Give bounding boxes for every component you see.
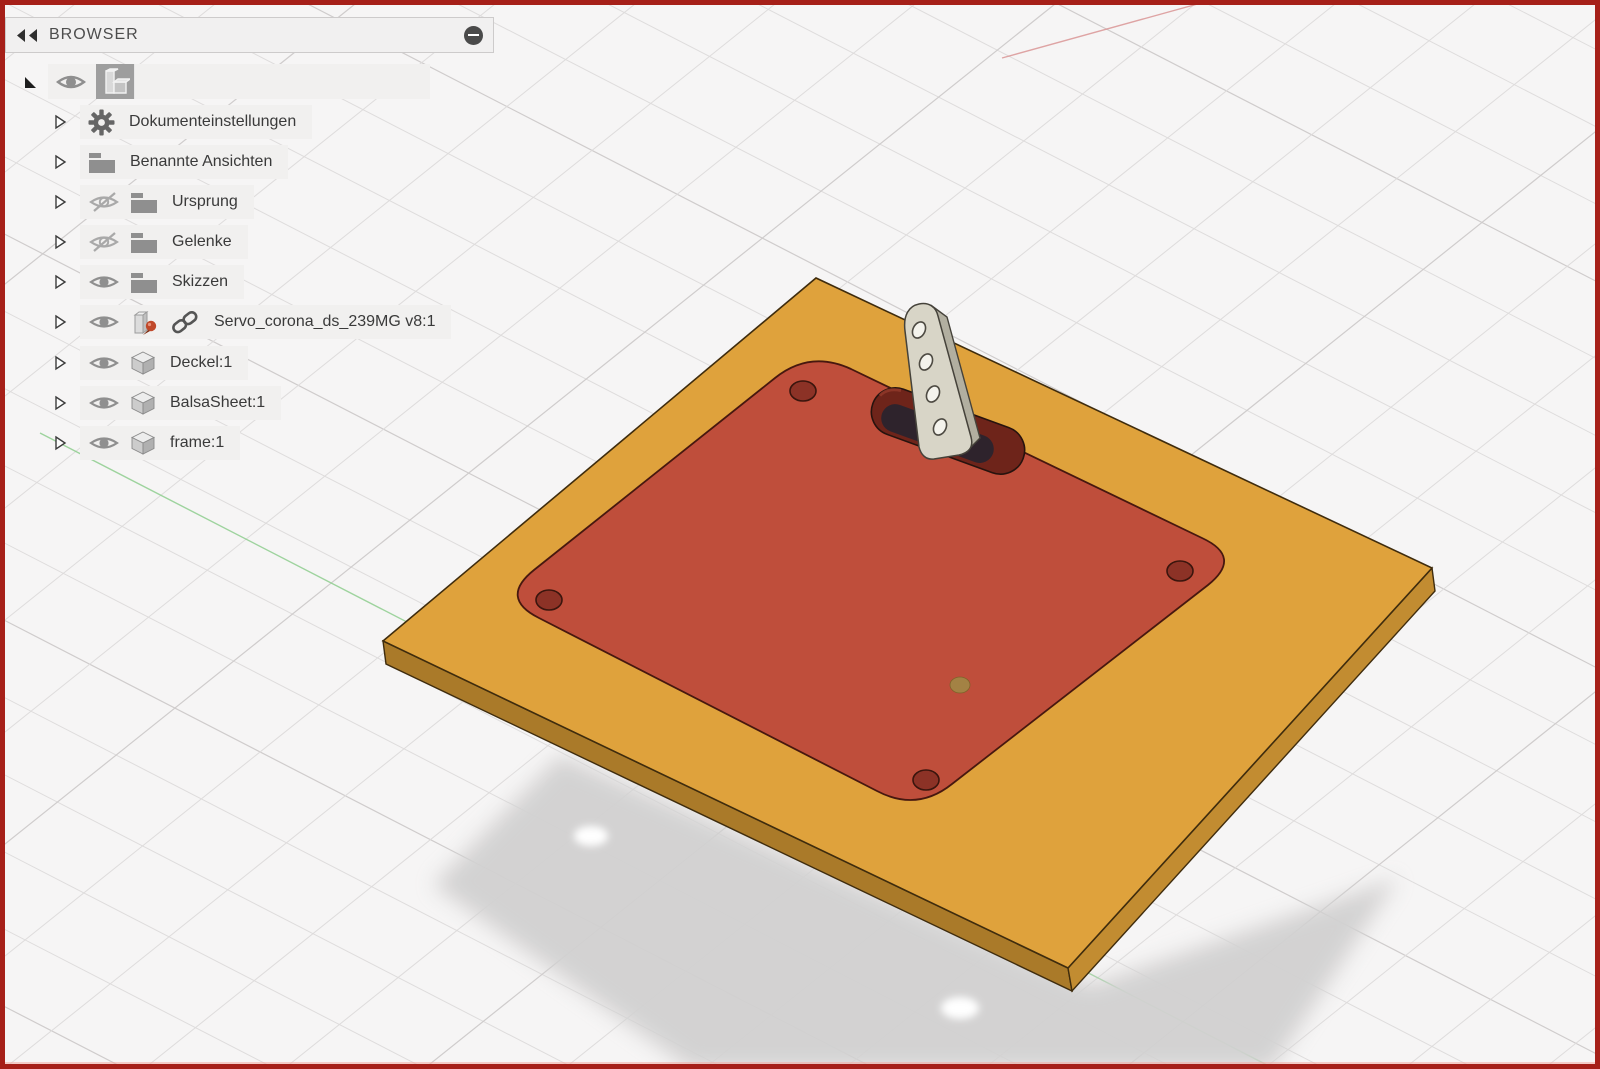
folder-icon — [131, 272, 157, 293]
visibility-eye-icon[interactable] — [88, 431, 120, 455]
collapsed-arrow-icon[interactable] — [52, 355, 68, 371]
tree-item-label: Ursprung — [172, 193, 238, 210]
visibility-eye-icon[interactable] — [54, 70, 88, 94]
tree-item-label: Deckel:1 — [170, 354, 233, 371]
tree-row-joints[interactable]: Gelenke — [52, 225, 248, 259]
collapsed-arrow-icon[interactable] — [52, 114, 68, 130]
component-assembly-icon — [96, 64, 135, 99]
expanded-arrow-icon[interactable] — [22, 74, 38, 90]
visibility-eye-icon[interactable] — [88, 351, 120, 375]
panel-title: BROWSER — [49, 26, 139, 43]
visibility-off-eye-icon[interactable] — [88, 190, 120, 214]
visibility-eye-icon[interactable] — [88, 310, 120, 334]
tree-item-label: BalsaSheet:1 — [170, 394, 266, 411]
tree-row-document-settings[interactable]: Dokumenteinstellungen — [52, 105, 313, 139]
tree-item-label: Benannte Ansichten — [130, 153, 273, 170]
link-chain-icon — [172, 310, 198, 334]
collapsed-arrow-icon[interactable] — [52, 274, 68, 290]
visibility-eye-icon[interactable] — [88, 270, 120, 294]
body-cube-icon — [130, 391, 156, 415]
panel-collapse-arrows-icon[interactable] — [16, 28, 39, 42]
browser-panel-header: BROWSER — [5, 17, 494, 53]
collapsed-arrow-icon[interactable] — [52, 314, 68, 330]
collapsed-arrow-icon[interactable] — [52, 194, 68, 210]
folder-icon — [89, 152, 115, 173]
tree-row-origin[interactable]: Ursprung — [52, 185, 254, 219]
pinned-component-icon — [133, 311, 157, 335]
tree-row-frame[interactable]: frame:1 — [52, 426, 241, 460]
tree-row-balsasheet[interactable]: BalsaSheet:1 — [52, 386, 282, 420]
collapsed-arrow-icon[interactable] — [52, 435, 68, 451]
tree-item-label: Servo_corona_ds_239MG v8:1 — [214, 313, 436, 330]
shadow-light-spot — [941, 997, 979, 1019]
collapsed-arrow-icon[interactable] — [52, 154, 68, 170]
body-cube-icon — [130, 351, 156, 375]
tree-item-label: frame:1 — [170, 434, 225, 451]
folder-icon — [131, 192, 157, 213]
tree-item-label: Gelenke — [172, 233, 232, 250]
body-cube-icon — [130, 431, 156, 455]
cover-center-hole — [949, 676, 971, 694]
visibility-eye-icon[interactable] — [88, 391, 120, 415]
tree-row-named-views[interactable]: Benannte Ansichten — [52, 145, 289, 179]
tree-row-deckel[interactable]: Deckel:1 — [52, 346, 249, 380]
minus-circle-icon[interactable] — [464, 25, 483, 45]
collapsed-arrow-icon[interactable] — [52, 234, 68, 250]
shadow-light-spot — [574, 826, 608, 846]
visibility-off-eye-icon[interactable] — [88, 230, 120, 254]
collapsed-arrow-icon[interactable] — [52, 395, 68, 411]
tree-item-label: Skizzen — [172, 273, 229, 290]
tree-row-sketches[interactable]: Skizzen — [52, 265, 245, 299]
tree-root-row[interactable]: Support_servos_aile v27 — [22, 64, 430, 99]
tree-item-label: Dokumenteinstellungen — [129, 113, 297, 130]
folder-icon — [131, 232, 157, 253]
gear-icon — [88, 109, 115, 135]
tree-row-servo-component[interactable]: Servo_corona_ds_239MG v8:1 — [52, 305, 452, 339]
